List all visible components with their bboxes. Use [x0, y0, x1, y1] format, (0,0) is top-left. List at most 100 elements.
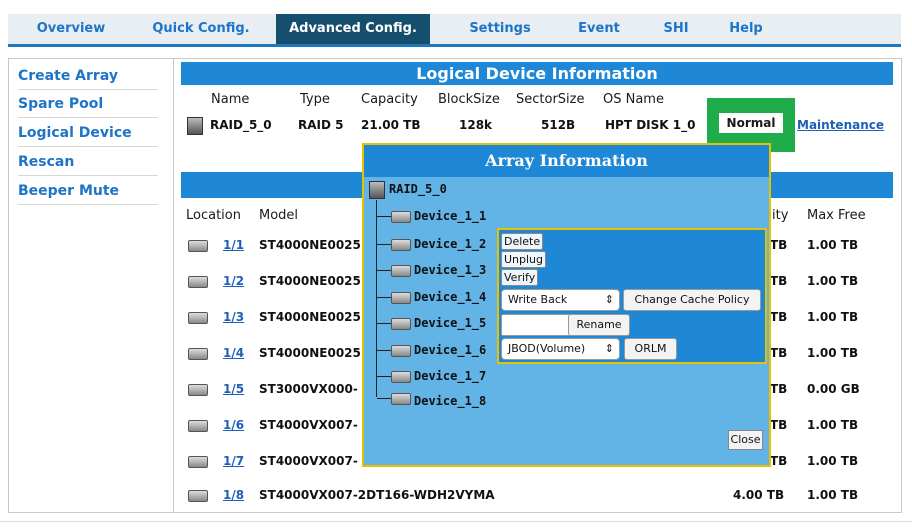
device-location-link[interactable]: 1/4 [223, 346, 244, 360]
header-sectorsize: SectorSize [516, 92, 585, 107]
disk-icon [188, 384, 208, 396]
unplug-button[interactable]: Unplug [501, 251, 547, 268]
tree-device[interactable]: Device_1_7 [414, 369, 486, 383]
disk-icon [391, 393, 411, 405]
device-capacity: TB [770, 382, 788, 396]
tree-device[interactable]: Device_1_3 [414, 263, 486, 277]
jbod-select[interactable]: JBOD(Volume) ⇕ [501, 338, 620, 360]
disk-icon [391, 211, 411, 223]
disk-icon [188, 240, 208, 252]
logical-osname: HPT DISK 1_0 [605, 118, 696, 132]
status-badge: Normal [719, 113, 783, 133]
logical-capacity: 21.00 TB [361, 118, 421, 132]
maintenance-link[interactable]: Maintenance [797, 118, 884, 132]
tree-device[interactable]: Device_1_8 [414, 394, 486, 408]
delete-button[interactable]: Delete [501, 233, 544, 250]
tree-branch [377, 244, 391, 245]
close-button[interactable]: Close [728, 430, 763, 450]
header-model: Model [259, 208, 299, 223]
tree-device[interactable]: Device_1_2 [414, 237, 486, 251]
tree-branch [377, 350, 391, 351]
device-max-free: 1.00 TB [807, 238, 859, 252]
device-capacity: TB [770, 454, 788, 468]
device-location-link[interactable]: 1/8 [223, 488, 244, 502]
divider [18, 146, 158, 147]
device-max-free: 1.00 TB [807, 454, 859, 468]
tab-quick-config[interactable]: Quick Config. [150, 14, 252, 44]
tab-help[interactable]: Help [721, 14, 771, 44]
disk-icon [391, 318, 411, 330]
tree-branch [377, 270, 391, 271]
sidebar-item-logical-device[interactable]: Logical Device [18, 125, 132, 141]
device-location-link[interactable]: 1/1 [223, 238, 244, 252]
device-location-link[interactable]: 1/7 [223, 454, 244, 468]
sidebar-item-create-array[interactable]: Create Array [18, 68, 118, 84]
tab-settings[interactable]: Settings [460, 14, 540, 44]
cache-policy-select[interactable]: Write Back ⇕ [501, 289, 620, 311]
tree-device[interactable]: Device_1_5 [414, 316, 486, 330]
chevron-updown-icon: ⇕ [604, 293, 614, 306]
device-location-link[interactable]: 1/2 [223, 274, 244, 288]
tree-device[interactable]: Device_1_4 [414, 290, 486, 304]
device-model: ST4000VX007-2DT166-WDH2VYMA [259, 488, 495, 502]
tab-shi[interactable]: SHI [656, 14, 696, 44]
chevron-updown-icon: ⇕ [604, 342, 614, 355]
sidebar-item-rescan[interactable]: Rescan [18, 154, 74, 170]
tab-event[interactable]: Event [571, 14, 627, 44]
rename-button[interactable]: Rename [568, 314, 630, 336]
device-model: ST4000NE0025 [259, 346, 361, 360]
disk-icon [188, 456, 208, 468]
sidebar-item-spare-pool[interactable]: Spare Pool [18, 96, 103, 112]
device-capacity: TB [770, 310, 788, 324]
disk-icon [391, 239, 411, 251]
orlm-button[interactable]: ORLM [624, 338, 677, 360]
device-model: ST4000NE0025 [259, 310, 361, 324]
jbod-value: JBOD(Volume) [508, 342, 586, 355]
tree-branch [377, 376, 391, 377]
logical-name: RAID_5_0 [210, 118, 272, 132]
device-max-free: 1.00 TB [807, 346, 859, 360]
logical-blocksize: 128k [459, 118, 493, 132]
device-max-free: 1.00 TB [807, 310, 859, 324]
dialog-title: Array Information [364, 145, 769, 177]
device-location-link[interactable]: 1/6 [223, 418, 244, 432]
tab-advanced-config[interactable]: Advanced Config. [276, 14, 430, 44]
header-name: Name [211, 92, 250, 107]
sidebar-item-beeper-mute[interactable]: Beeper Mute [18, 183, 119, 199]
logical-device-title: Logical Device Information [181, 62, 893, 85]
raid-array-icon [369, 181, 385, 199]
device-capacity: TB [770, 274, 788, 288]
tab-overview[interactable]: Overview [28, 14, 114, 44]
sidebar: Create Array Spare Pool Logical Device R… [8, 58, 174, 513]
disk-icon [188, 420, 208, 432]
device-location-link[interactable]: 1/3 [223, 310, 244, 324]
header-blocksize: BlockSize [438, 92, 500, 107]
device-capacity: TB [770, 418, 788, 432]
device-location-link[interactable]: 1/5 [223, 382, 244, 396]
device-model: ST4000NE0025 [259, 238, 361, 252]
top-nav: Overview Quick Config. Advanced Config. … [8, 14, 901, 47]
tree-device[interactable]: Device_1_1 [414, 209, 486, 223]
tree-array-name: RAID_5_0 [389, 182, 447, 196]
device-max-free: 1.00 TB [807, 418, 859, 432]
logical-type: RAID 5 [298, 118, 344, 132]
tree-line [376, 200, 377, 397]
device-model: ST4000VX007- [259, 418, 358, 432]
disk-icon [391, 345, 411, 357]
device-model: ST4000NE0025 [259, 274, 361, 288]
tree-device[interactable]: Device_1_6 [414, 343, 486, 357]
tree-branch [377, 297, 391, 298]
verify-button[interactable]: Verify [501, 269, 539, 286]
header-location: Location [186, 208, 241, 223]
footer-divider [0, 521, 912, 522]
header-max-free: Max Free [807, 208, 866, 223]
header-type: Type [300, 92, 330, 107]
header-capacity-partial: ity [772, 208, 789, 223]
device-max-free: 1.00 TB [807, 488, 859, 502]
divider [18, 117, 158, 118]
device-model: ST3000VX000- [259, 382, 358, 396]
device-capacity: 4.00 TB [733, 488, 785, 502]
disk-icon [391, 265, 411, 277]
logical-sectorsize: 512B [541, 118, 576, 132]
change-cache-policy-button[interactable]: Change Cache Policy [623, 289, 761, 311]
